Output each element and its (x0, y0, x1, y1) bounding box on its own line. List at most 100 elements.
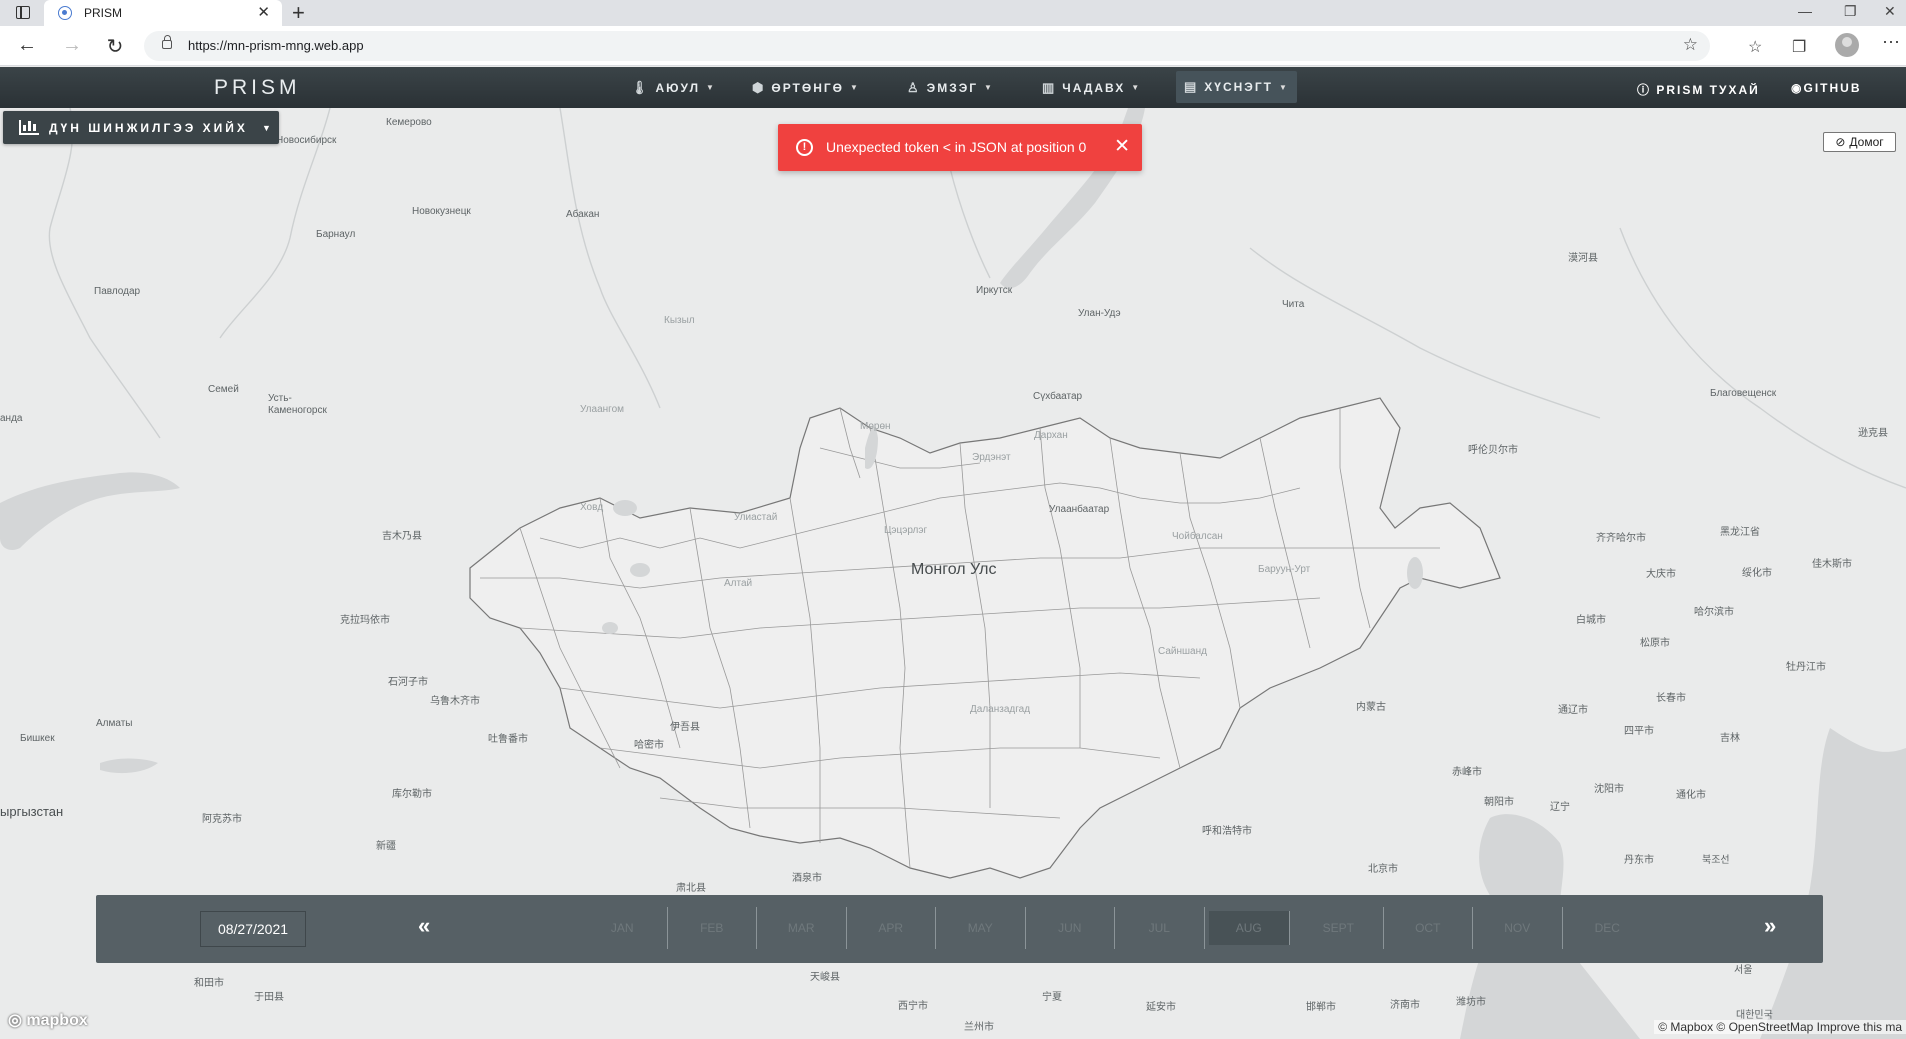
close-window-button[interactable]: ✕ (1884, 3, 1896, 20)
city-label: Новокузнецк (412, 206, 471, 217)
app-navbar: PRISM 🌡 АЮУЛ ▼ ⬢ ӨРТӨНГӨ ▼ ♙ ЭМЗЭГ ▼ ▥ Ч… (0, 67, 1906, 108)
city-label: 松原市 (1640, 638, 1670, 649)
menu-exposure-label: ӨРТӨНГӨ (771, 80, 845, 95)
github-link-label: GITHUB (1803, 81, 1862, 95)
profile-avatar[interactable] (1835, 33, 1859, 57)
reload-icon[interactable]: ↻ (103, 34, 127, 59)
browser-tab-strip: PRISM ✕ + — ❐ ✕ (0, 0, 1906, 26)
prev-year-button[interactable]: « (418, 913, 430, 939)
error-message: Unexpected token < in JSON at position 0 (826, 139, 1087, 155)
city-label: Бишкек (20, 733, 55, 744)
bar-chart-icon (19, 120, 39, 135)
add-favorite-icon[interactable]: ☆ (1683, 35, 1698, 55)
eye-slash-icon: ⊘ (1835, 135, 1846, 149)
city-label: 대한민국 (1736, 1010, 1773, 1021)
city-label: 阿克苏市 (202, 814, 242, 825)
city-label: 齐齐哈尔市 (1596, 533, 1646, 544)
about-link[interactable]: ⓘ PRISM ТУХАЙ (1637, 81, 1760, 98)
more-menu-icon[interactable]: ⋯ (1882, 32, 1900, 53)
month-item[interactable]: APR (847, 907, 936, 949)
map-attribution[interactable]: © Mapbox © OpenStreetMap Improve this ma (1654, 1020, 1906, 1034)
city-label: 牡丹江市 (1786, 662, 1826, 673)
info-icon: ⓘ (1637, 83, 1657, 97)
favicon-icon (58, 6, 72, 20)
city-label: 黑龙江省 (1720, 527, 1760, 538)
city-label: 伊吾县 (670, 722, 700, 733)
tab-close-icon[interactable]: ✕ (257, 3, 270, 21)
about-link-label: PRISM ТУХАЙ (1656, 83, 1760, 97)
menu-exposure[interactable]: ⬢ ӨРТӨНГӨ ▼ (744, 67, 868, 108)
city-label: 于田县 (254, 992, 284, 1003)
menu-hazard[interactable]: 🌡 АЮУЛ ▼ (623, 67, 724, 108)
city-label: Сүхбаатар (1033, 391, 1083, 402)
month-item-selected[interactable]: AUG (1208, 911, 1290, 945)
favorites-icon[interactable]: ☆ (1748, 37, 1762, 57)
menu-vulnerability-label: ЭМЗЭГ (926, 80, 979, 95)
month-item[interactable]: SEPT (1294, 907, 1384, 949)
city-label: 潍坊市 (1456, 997, 1486, 1008)
collections-icon[interactable]: ❐ (1792, 37, 1806, 57)
mapbox-logo[interactable]: ◎ mapbox (8, 1010, 88, 1030)
chevron-down-icon: ▼ (1278, 82, 1289, 92)
month-item[interactable]: JUL (1115, 907, 1205, 949)
city-label: Абакан (566, 209, 600, 220)
error-icon: ! (796, 139, 813, 156)
legend-toggle-label: Домог (1849, 135, 1884, 149)
month-item[interactable]: FEB (668, 907, 757, 949)
city-label: 新疆 (376, 841, 396, 852)
city-label: 哈密市 (634, 740, 664, 751)
layers-icon: ⬢ (752, 79, 766, 95)
city-label: 逊克县 (1858, 428, 1888, 439)
month-item[interactable]: JUN (1026, 907, 1115, 949)
menu-vulnerability[interactable]: ♙ ЭМЗЭГ ▼ (899, 67, 1002, 108)
github-icon: ◉ (1791, 81, 1804, 95)
menu-capacity[interactable]: ▥ ЧАДАВХ ▼ (1034, 67, 1149, 108)
url-field[interactable]: https://mn-prism-mng.web.app ☆ (144, 31, 1710, 61)
new-tab-button[interactable]: + (292, 0, 305, 26)
chevron-down-icon: ▼ (1131, 83, 1142, 92)
legend-toggle-button[interactable]: ⊘ Домог (1823, 132, 1896, 152)
menu-tables[interactable]: ▤ ХҮСНЭГТ ▼ (1176, 71, 1297, 103)
minimize-button[interactable]: — (1798, 3, 1812, 19)
toast-close-icon[interactable]: ✕ (1114, 135, 1130, 158)
city-label: 白城市 (1576, 615, 1606, 626)
city-label: 吉木乃县 (382, 531, 422, 542)
thermometer-icon: 🌡 (631, 79, 650, 95)
city-label: 通辽市 (1558, 705, 1588, 716)
next-year-button[interactable]: » (1764, 913, 1776, 939)
github-link[interactable]: ◉GITHUB (1791, 81, 1861, 95)
city-label: 서울 (1734, 965, 1753, 976)
city-label: анда (0, 413, 23, 424)
city-label: Эрдэнэт (972, 452, 1011, 463)
date-picker[interactable]: 08/27/2021 (200, 911, 306, 947)
city-label: Баруун-Урт (1258, 564, 1311, 575)
run-analysis-button[interactable]: ДҮН ШИНЖИЛГЭЭ ХИЙХ ▼ (3, 111, 279, 144)
menu-tables-label: ХҮСНЭГТ (1204, 80, 1273, 94)
city-label: 绥化市 (1742, 568, 1772, 579)
city-label: 吐鲁番市 (488, 734, 528, 745)
run-analysis-label: ДҮН ШИНЖИЛГЭЭ ХИЙХ (49, 120, 248, 135)
month-item[interactable]: NOV (1473, 907, 1563, 949)
city-label: Мөрөн (860, 421, 891, 432)
city-label: ыргызстан (0, 804, 64, 819)
tab-actions-icon[interactable] (16, 6, 30, 19)
restore-button[interactable]: ❐ (1844, 3, 1857, 20)
city-label: Даланзадгад (970, 704, 1031, 715)
city-label: Барнаул (316, 229, 356, 240)
month-item[interactable]: JAN (578, 907, 668, 949)
month-item[interactable]: MAR (757, 907, 847, 949)
city-label: 乌鲁木齐市 (430, 696, 480, 707)
back-icon[interactable]: ← (15, 34, 39, 57)
month-item[interactable]: OCT (1384, 907, 1473, 949)
city-label: Чойбалсан (1172, 531, 1223, 542)
month-item[interactable]: MAY (936, 907, 1026, 949)
mapbox-logo-text: mapbox (26, 1012, 88, 1029)
chevron-down-icon: ▼ (261, 122, 274, 133)
city-label: 呼伦贝尔市 (1468, 445, 1518, 456)
brand-logo[interactable]: PRISM (214, 76, 301, 100)
city-label: Чита (1282, 299, 1305, 310)
month-item[interactable]: DEC (1563, 907, 1653, 949)
city-label: 呼和浩特市 (1202, 826, 1252, 837)
browser-tab[interactable]: PRISM ✕ (44, 0, 282, 26)
error-toast: ! Unexpected token < in JSON at position… (778, 124, 1142, 171)
